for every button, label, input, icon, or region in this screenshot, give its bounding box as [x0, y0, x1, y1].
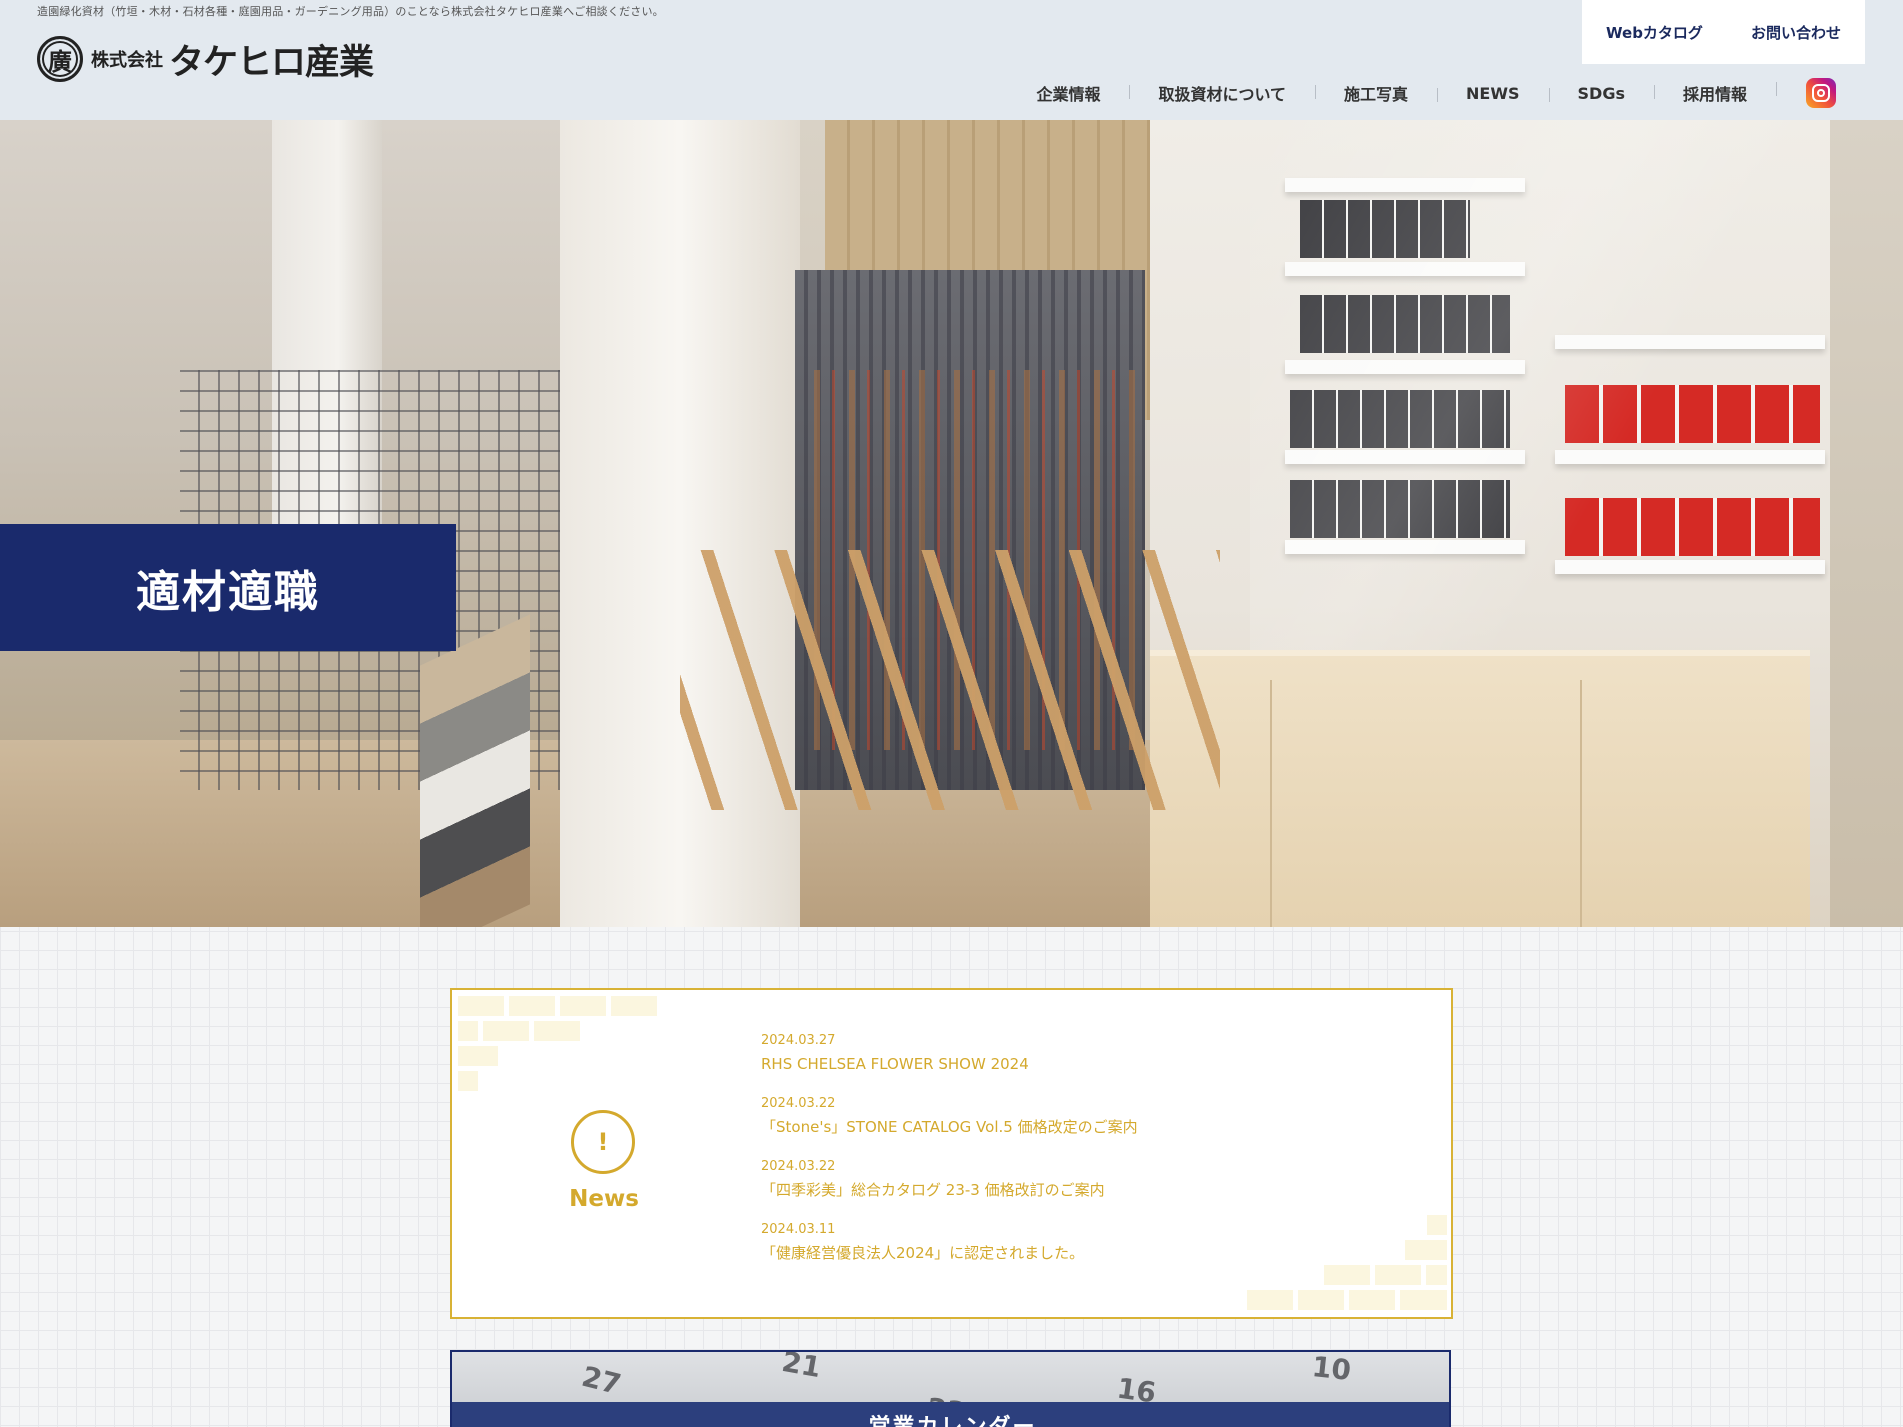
decor-brick [509, 996, 555, 1016]
decor-brick [1298, 1290, 1344, 1310]
calendar-number: 27 [578, 1359, 625, 1402]
site-header: 造園緑化資材（竹垣・木材・石材各種・庭園用品・ガーデニング用品）のことなら株式会… [0, 0, 1903, 120]
news-list: 2024.03.27 RHS CHELSEA FLOWER SHOW 2024 … [761, 1033, 1411, 1285]
decor-brick [1427, 1215, 1447, 1235]
news-item[interactable]: 2024.03.27 RHS CHELSEA FLOWER SHOW 2024 [761, 1033, 1411, 1075]
calendar-number: 21 [779, 1350, 824, 1385]
news-item[interactable]: 2024.03.22 「四季彩美」総合カタログ 23-3 価格改訂のご案内 [761, 1159, 1411, 1201]
hero-bg-glass [1250, 120, 1830, 740]
hero-cabinet-divider [1270, 680, 1272, 927]
news-date: 2024.03.22 [761, 1159, 836, 1174]
news-link[interactable]: 「Stone's」STONE CATALOG Vol.5 価格改定のご案内 [761, 1116, 1411, 1138]
header-utility-links: Webカタログ お問い合わせ [1582, 0, 1865, 64]
logo-company-type: 株式会社 [91, 50, 163, 71]
news-heading: News [569, 1186, 639, 1212]
news-link[interactable]: RHS CHELSEA FLOWER SHOW 2024 [761, 1053, 1411, 1075]
decor-brick [458, 996, 504, 1016]
news-section: ! News 2024.03.27 RHS CHELSEA FLOWER SHO… [450, 988, 1453, 1319]
news-date: 2024.03.11 [761, 1222, 836, 1237]
hero-bg-cabinet [1150, 650, 1810, 927]
nav-item-news[interactable]: NEWS [1437, 84, 1549, 103]
news-item[interactable]: 2024.03.11 「健康経営優良法人2024」に認定されました。 [761, 1222, 1411, 1264]
decor-brick [1349, 1290, 1395, 1310]
decor-brick [560, 996, 606, 1016]
decor-brick [483, 1021, 529, 1041]
nav-item-recruit[interactable]: 採用情報 [1653, 81, 1776, 105]
news-date: 2024.03.27 [761, 1033, 836, 1048]
news-alert-icon: ! [571, 1110, 635, 1174]
nav-item-materials[interactable]: 取扱資材について [1129, 81, 1315, 105]
hero-image: 適材適職 [0, 120, 1903, 927]
nav-item-works[interactable]: 施工写真 [1315, 81, 1437, 105]
hero-bg-handle-stand [680, 550, 1220, 810]
decor-brick [611, 996, 657, 1016]
decor-brick [1426, 1265, 1447, 1285]
global-nav: 企業情報 取扱資材について 施工写真 NEWS SDGs 採用情報 [1007, 78, 1836, 108]
logo-company-name: タケヒロ産業 [169, 42, 374, 83]
contact-link[interactable]: お問い合わせ [1751, 22, 1841, 43]
hero-cabinet-divider [1580, 680, 1582, 927]
hero-bg-tile-samples [420, 614, 530, 927]
decor-brick [1247, 1290, 1293, 1310]
decor-brick [1405, 1240, 1447, 1260]
decor-brick [534, 1021, 580, 1041]
business-calendar-banner[interactable]: 27 21 22 16 10 営業カレンダー [450, 1350, 1451, 1427]
decor-brick [1400, 1290, 1447, 1310]
header-tagline: 造園緑化資材（竹垣・木材・石材各種・庭園用品・ガーデニング用品）のことなら株式会… [37, 5, 664, 18]
hero-catchphrase-text: 適材適職 [136, 566, 320, 618]
instagram-link[interactable] [1776, 78, 1836, 108]
calendar-title: 営業カレンダー [452, 1409, 1449, 1427]
nav-item-sdgs[interactable]: SDGs [1548, 84, 1654, 103]
web-catalog-link[interactable]: Webカタログ [1606, 22, 1703, 43]
decor-brick [458, 1071, 478, 1091]
news-date: 2024.03.22 [761, 1096, 836, 1111]
site-logo[interactable]: 廣 株式会社 タケヒロ産業 [37, 34, 374, 84]
instagram-icon [1806, 78, 1836, 108]
calendar-number: 10 [1310, 1350, 1353, 1387]
hero-catchphrase: 適材適職 [0, 524, 456, 651]
news-link[interactable]: 「四季彩美」総合カタログ 23-3 価格改訂のご案内 [761, 1179, 1411, 1201]
decor-brick [458, 1021, 478, 1041]
nav-item-company[interactable]: 企業情報 [1007, 81, 1129, 105]
decor-brick [458, 1046, 498, 1066]
news-item[interactable]: 2024.03.22 「Stone's」STONE CATALOG Vol.5 … [761, 1096, 1411, 1138]
logo-mark-icon: 廣 [37, 36, 83, 82]
news-link[interactable]: 「健康経営優良法人2024」に認定されました。 [761, 1242, 1411, 1264]
